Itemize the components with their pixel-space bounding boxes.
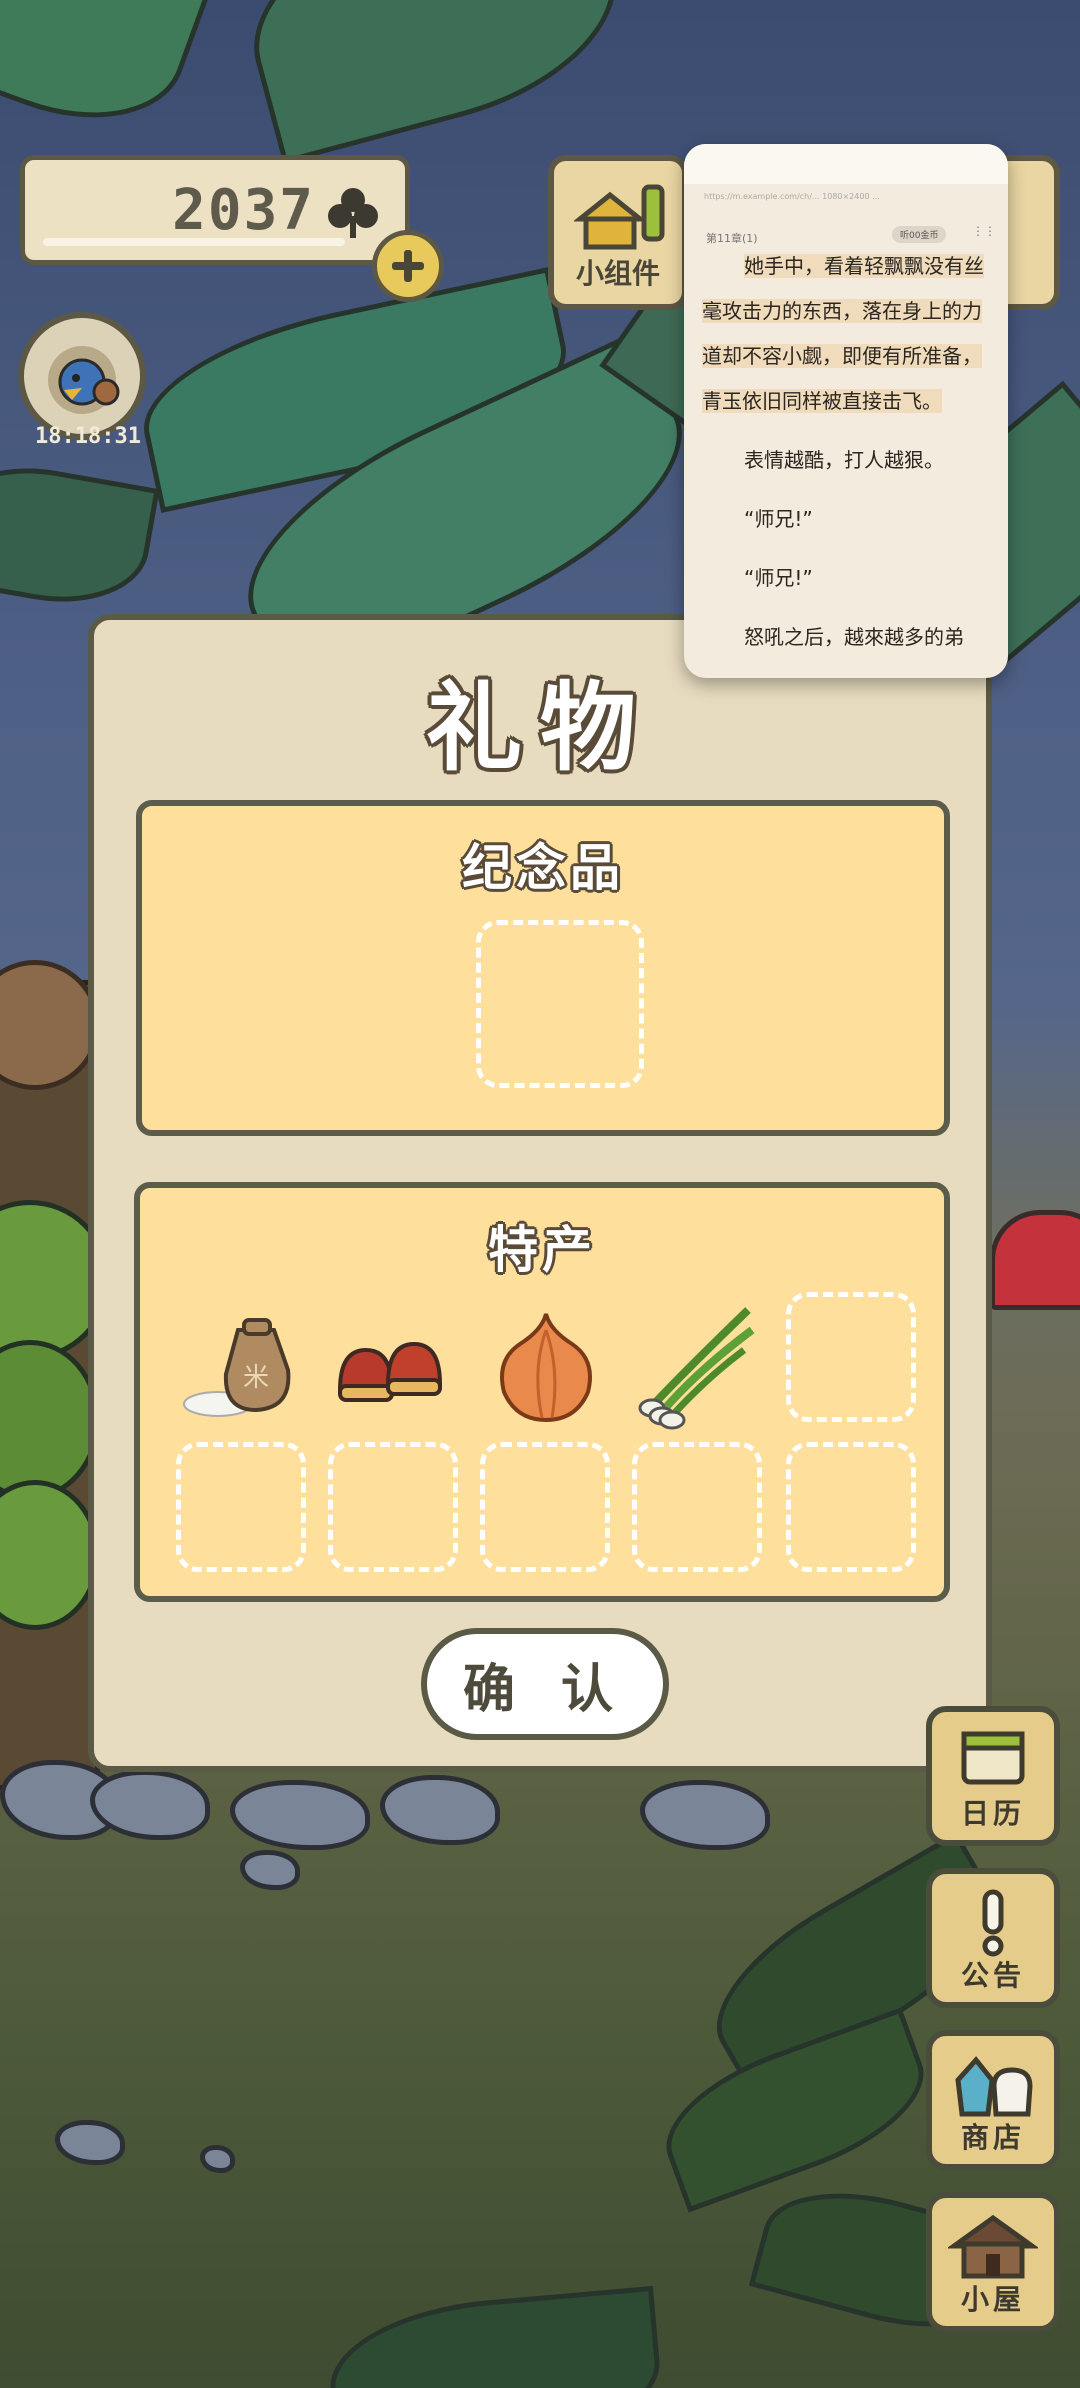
specialty-item-green-onion[interactable]	[626, 1300, 766, 1430]
traveler-avatar-button[interactable]	[18, 312, 146, 440]
reader-drag-bar[interactable]	[684, 144, 1008, 184]
calendar-button[interactable]: 日历	[926, 1706, 1060, 1846]
leaf-decoration	[324, 2285, 666, 2388]
rock-decoration	[200, 2145, 235, 2173]
widget-label: 小组件	[575, 257, 660, 290]
shop-button[interactable]: 商店	[926, 2030, 1060, 2170]
reader-line: 怒吼之后，越來越多的弟	[744, 625, 964, 649]
leaf-decoration	[0, 0, 211, 152]
specialty-slot[interactable]	[328, 1442, 458, 1572]
plus-icon	[392, 250, 424, 282]
shop-icon	[955, 2056, 1033, 2117]
specialty-item-rice[interactable]: 米	[176, 1300, 316, 1430]
shop-label: 商店	[960, 2121, 1025, 2154]
reader-coin-pill[interactable]: 听00金币	[892, 226, 947, 243]
reader-line: 表情越酷，打人越狠。	[744, 448, 944, 472]
notice-button[interactable]: 公告	[926, 1868, 1060, 2008]
rock-decoration	[55, 2120, 125, 2165]
reader-url: https://m.example.com/ch/... 1080×2400 .…	[704, 192, 880, 201]
specialty-title: 特产	[488, 1221, 596, 1279]
reader-line: 她手中，看着轻飘飘没有丝毫攻击力的东西，落在身上的力道却不容小觑，即便有所准备，…	[702, 254, 984, 413]
house-label: 小屋	[960, 2283, 1025, 2316]
souvenir-slot[interactable]	[476, 920, 644, 1088]
rock-decoration	[380, 1775, 500, 1845]
specialty-slot[interactable]	[786, 1292, 916, 1422]
frog-bird-icon	[48, 346, 120, 414]
souvenir-section: 纪念品	[136, 800, 950, 1136]
clover-icon	[328, 188, 378, 238]
calendar-icon	[961, 1731, 1025, 1785]
rock-decoration	[230, 1780, 370, 1850]
calendar-label: 日历	[960, 1797, 1025, 1830]
notice-label: 公告	[960, 1959, 1025, 1992]
clover-counter: 2037	[20, 155, 410, 265]
reader-line: “师兄!”	[744, 566, 813, 590]
notice-icon	[982, 1889, 1004, 1957]
gift-dialog: 礼物 纪念品 特产 米 确 认	[88, 614, 992, 1772]
house-button[interactable]: 小屋	[926, 2192, 1060, 2332]
chestnut-icon	[337, 1341, 443, 1402]
add-clover-button[interactable]	[372, 230, 444, 302]
clover-count: 2037	[172, 178, 315, 243]
clover-bar	[43, 238, 345, 246]
mailbox[interactable]	[990, 1210, 1080, 1310]
widget-icon	[574, 184, 665, 250]
specialty-item-onion[interactable]	[476, 1300, 616, 1430]
confirm-button[interactable]: 确 认	[421, 1628, 669, 1740]
rock-decoration	[240, 1850, 300, 1890]
leaf-decoration	[0, 452, 160, 618]
specialty-slot[interactable]	[786, 1442, 916, 1572]
widget-button[interactable]: 小组件	[548, 155, 688, 310]
reader-body: 她手中，看着轻飘飘没有丝毫攻击力的东西，落在身上的力道却不容小觑，即便有所准备，…	[702, 244, 994, 660]
green-onion-icon	[638, 1307, 755, 1430]
onion-icon	[500, 1313, 592, 1423]
travel-timer: 18:18:31	[35, 424, 141, 449]
specialty-slot[interactable]	[632, 1442, 762, 1572]
leaf-decoration	[229, 0, 641, 165]
rock-decoration	[640, 1780, 770, 1850]
house-icon	[948, 2214, 1038, 2279]
svg-text:米: 米	[243, 1363, 269, 1393]
reader-menu-icon[interactable]: ⋮⋮	[972, 224, 996, 238]
reader-line: “师兄!”	[744, 507, 813, 531]
specialty-slot[interactable]	[176, 1442, 306, 1572]
rice-sack-icon: 米	[183, 1318, 291, 1417]
floating-reader-window[interactable]: https://m.example.com/ch/... 1080×2400 .…	[684, 144, 1008, 678]
specialty-slot[interactable]	[480, 1442, 610, 1572]
specialty-item-chestnut[interactable]	[326, 1300, 466, 1430]
souvenir-title: 纪念品	[462, 839, 624, 897]
specialty-section: 特产 米	[134, 1182, 950, 1602]
